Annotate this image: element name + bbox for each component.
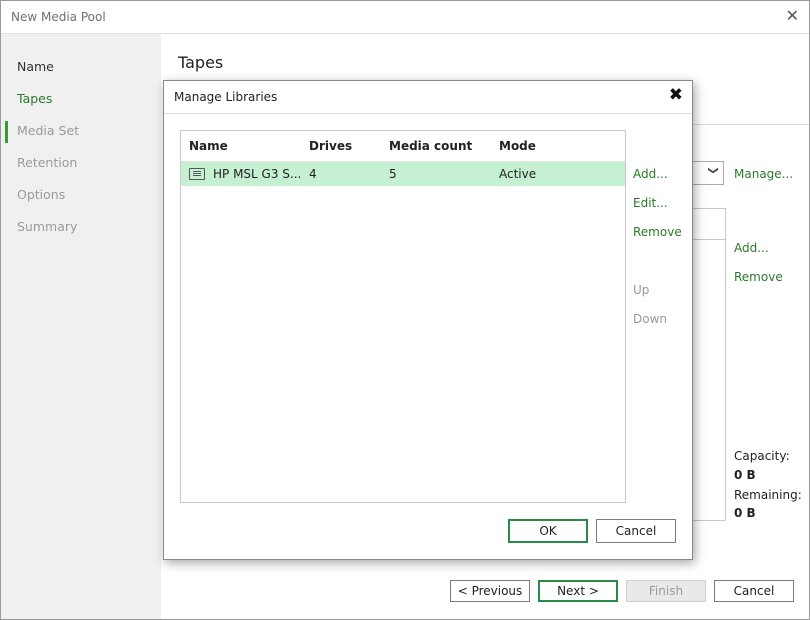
cell-mode: Active	[499, 167, 536, 181]
tape-library-icon	[189, 168, 205, 180]
remaining-label: Remaining:	[734, 488, 802, 502]
finish-button: Finish	[626, 580, 706, 602]
wizard-sidebar: Name Tapes Media Set Retention Options S…	[1, 34, 161, 619]
cell-name: HP MSL G3 S...	[213, 167, 301, 181]
cell-drives: 4	[309, 167, 317, 181]
dialog-title: Manage Libraries	[174, 90, 277, 104]
active-step-indicator	[5, 121, 8, 143]
add-tape-link[interactable]: Add...	[734, 241, 769, 255]
edit-library-link[interactable]: Edit...	[633, 196, 668, 210]
manage-libraries-dialog: Manage Libraries ✖ Name Drives Media cou…	[163, 80, 693, 560]
dialog-title-divider	[164, 113, 692, 114]
dialog-cancel-button[interactable]: Cancel	[596, 519, 676, 543]
table-row[interactable]: HP MSL G3 S... 4 5 Active	[181, 162, 625, 186]
title-bar: New Media Pool ✕	[1, 1, 809, 34]
ok-button[interactable]: OK	[508, 519, 588, 543]
remove-tape-link[interactable]: Remove	[734, 270, 783, 284]
move-up-link: Up	[633, 283, 649, 297]
sidebar-item-name[interactable]: Name	[17, 59, 54, 74]
table-header: Name Drives Media count Mode	[181, 131, 625, 162]
sidebar-item-options: Options	[17, 187, 65, 202]
column-header-mode[interactable]: Mode	[499, 139, 536, 153]
next-button[interactable]: Next >	[538, 580, 618, 602]
cell-media-count: 5	[389, 167, 397, 181]
page-title: Tapes	[178, 53, 223, 72]
previous-button[interactable]: < Previous	[450, 580, 530, 602]
dialog-close-icon[interactable]: ✖	[669, 85, 683, 105]
sidebar-item-media-set: Media Set	[17, 123, 79, 138]
sidebar-item-tapes[interactable]: Tapes	[17, 91, 52, 106]
cancel-button[interactable]: Cancel	[714, 580, 794, 602]
header-divider	[691, 124, 809, 125]
tapes-list[interactable]	[691, 208, 726, 521]
add-library-link[interactable]: Add...	[633, 167, 668, 181]
sidebar-item-summary: Summary	[17, 219, 77, 234]
manage-libraries-link[interactable]: Manage...	[734, 167, 793, 181]
capacity-value: 0 B	[734, 468, 756, 482]
libraries-table[interactable]: Name Drives Media count Mode HP MSL G3 S…	[180, 130, 626, 503]
remaining-value: 0 B	[734, 506, 756, 520]
column-header-media-count[interactable]: Media count	[389, 139, 472, 153]
capacity-label: Capacity:	[734, 449, 790, 463]
window-close-icon[interactable]: ✕	[786, 6, 799, 25]
column-header-drives[interactable]: Drives	[309, 139, 352, 153]
sidebar-item-retention: Retention	[17, 155, 77, 170]
window-title: New Media Pool	[11, 10, 106, 24]
remove-library-link[interactable]: Remove	[633, 225, 682, 239]
column-header-name[interactable]: Name	[189, 139, 228, 153]
chevron-down-icon: ❯	[707, 166, 718, 174]
move-down-link: Down	[633, 312, 667, 326]
tapes-list-header-line	[691, 239, 725, 240]
